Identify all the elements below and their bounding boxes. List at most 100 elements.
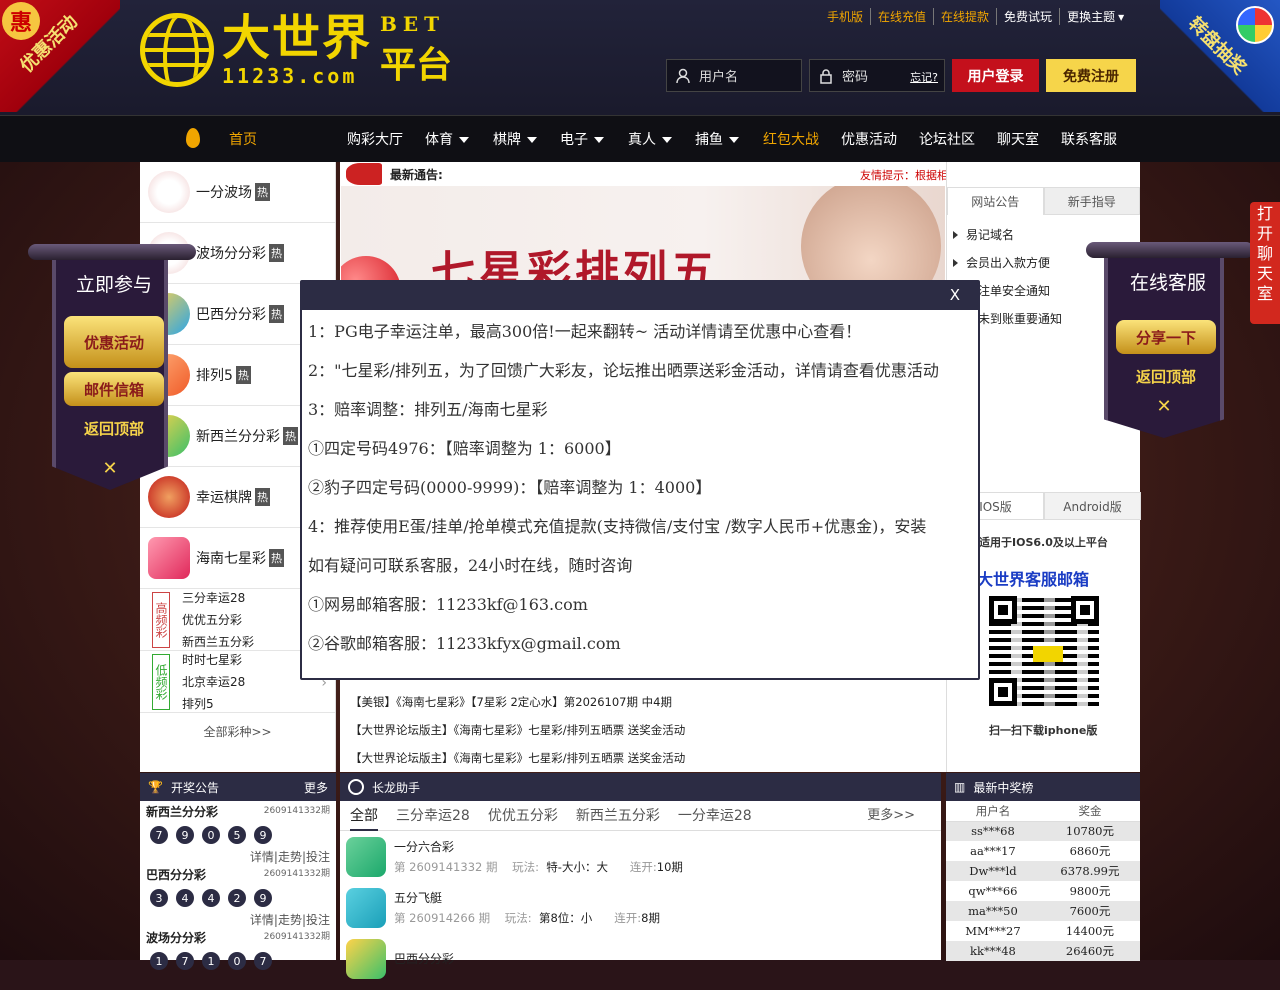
streak-label: 连开: <box>629 860 657 874</box>
nav-promotions[interactable]: 优惠活动 <box>841 129 897 149</box>
news-item[interactable]: 【大世界论坛版主】《海南七星彩》七星彩/排列五晒票 送奖金活动 <box>340 716 946 744</box>
modal-line: 2："七星彩/排列五，为了回馈广大彩友，论坛推出晒票送彩金活动，详情请查看优惠活… <box>308 361 939 380</box>
back-to-top-button[interactable]: 返回顶部 <box>64 418 164 439</box>
streak-label: 连开: <box>614 911 642 925</box>
nav-live[interactable]: 真人 <box>628 129 672 149</box>
tab-lottery[interactable]: 三分幸运28 <box>396 801 470 831</box>
all-lotteries-link[interactable]: 全部彩种>> <box>140 713 335 740</box>
link-withdraw[interactable]: 在线提款 <box>934 8 998 25</box>
link-mobile[interactable]: 手机版 <box>820 8 872 25</box>
caret-down-icon <box>459 137 469 143</box>
draw-issue: 2609141332期 <box>263 806 330 816</box>
mailbox-button[interactable]: 邮件信箱 <box>64 372 164 406</box>
long-row[interactable]: 五分飞艇 第 260914266 期 玩法: 第8位：小 连开:8期 <box>340 882 941 933</box>
share-button[interactable]: 分享一下 <box>1116 320 1216 354</box>
lottery-name: 一分波场 <box>196 185 252 201</box>
hainan-lottery-icon <box>148 537 190 579</box>
streak-value: 8期 <box>641 911 660 925</box>
site-logo[interactable]: 大世界 11233.com BET 平台 <box>140 12 452 88</box>
col-header: 奖金 <box>1039 801 1140 822</box>
ball: 2 <box>228 889 246 907</box>
low-freq-item[interactable]: 排列5 <box>182 693 245 715</box>
open-chatroom-tab[interactable]: 打开聊天室 <box>1250 202 1280 324</box>
winner-amount: 14400元 <box>1065 924 1114 938</box>
link-deposit[interactable]: 在线充值 <box>871 8 935 25</box>
winner-user: qw***66 <box>968 884 1018 898</box>
close-icon[interactable]: ✕ <box>1108 396 1220 417</box>
link-free-trial[interactable]: 免费试玩 <box>997 8 1061 25</box>
nav-contact[interactable]: 联系客服 <box>1061 129 1117 149</box>
winner-amount: 10780元 <box>1039 821 1140 841</box>
long-name: 五分飞艇 <box>394 891 443 905</box>
nav-sports[interactable]: 体育 <box>425 129 469 149</box>
news-item[interactable]: 【大世界论坛版主】《海南七星彩》七星彩/排列五晒票 送奖金活动 <box>340 744 946 772</box>
winners-table: 用户名 奖金 ss***68 10780元 aa***17 6860元 Dw***ld… <box>946 801 1140 961</box>
username-input[interactable]: 用户名 <box>666 59 802 92</box>
play-value: 第8位：小 <box>538 911 593 925</box>
nav-chatroom[interactable]: 聊天室 <box>997 129 1039 149</box>
nav-chess-label: 棋牌 <box>493 132 521 148</box>
play-value: 特-大小：大 <box>546 860 608 874</box>
tab-site-notice[interactable]: 网站公告 <box>947 187 1044 215</box>
play-label: 玩法: <box>512 860 539 874</box>
low-freq-item[interactable]: 时时七星彩 <box>182 649 245 671</box>
nav-electronic-label: 电子 <box>560 132 588 148</box>
qr-code-icon <box>985 592 1103 710</box>
tab-lottery[interactable]: 优优五分彩 <box>488 801 558 831</box>
table-row: aa***17 6860元 <box>946 841 1140 861</box>
login-button[interactable]: 用户登录 <box>952 59 1039 92</box>
tab-android[interactable]: Android版 <box>1044 492 1141 520</box>
mail-title: 大世界客服邮箱 <box>977 570 1090 589</box>
low-freq-item[interactable]: 北京幸运28 <box>182 671 245 693</box>
high-freq-item[interactable]: 优优五分彩 <box>182 609 254 631</box>
link-change-theme[interactable]: 更换主题 ▾ <box>1060 8 1131 25</box>
site-header: 惠 优惠活动 大世界 11233.com BET 平台 手机版 在线充值 在线提… <box>0 0 1280 115</box>
ball: 5 <box>228 826 246 844</box>
nav-fishing[interactable]: 捕鱼 <box>695 129 739 149</box>
ball: 4 <box>202 889 220 907</box>
nav-lottery-hall[interactable]: 购彩大厅 <box>347 129 403 149</box>
ball: 1 <box>202 952 220 970</box>
list-item[interactable]: 一分波场热 <box>140 162 335 223</box>
more-link[interactable]: 更多>> <box>867 801 915 831</box>
lottery-icon <box>346 836 386 877</box>
tab-beginner-guide[interactable]: 新手指导 <box>1043 187 1140 215</box>
long-row[interactable]: 一分六合彩 第 2609141332 期 玩法: 特-大小：大 连开:10期 <box>340 831 941 882</box>
float-title: 立即参与 <box>75 274 152 296</box>
nav-sports-label: 体育 <box>425 132 453 148</box>
forgot-password-link[interactable]: 忘记? <box>910 69 938 85</box>
more-link[interactable]: 更多 <box>304 779 328 796</box>
long-row[interactable]: 巴西分分彩 <box>340 933 941 984</box>
register-button[interactable]: 免费注册 <box>1046 59 1136 92</box>
promo-button[interactable]: 优惠活动 <box>64 316 164 368</box>
high-freq-item[interactable]: 三分幸运28 <box>182 587 254 609</box>
new-badge-icon <box>348 779 364 795</box>
winner-user: ss***68 <box>946 821 1040 841</box>
caret-down-icon <box>527 137 537 143</box>
tab-lottery[interactable]: 新西兰五分彩 <box>576 801 660 831</box>
hot-badge: 热 <box>269 305 284 323</box>
draw-links[interactable]: 详情|走势|投注 <box>146 911 330 928</box>
lucky-wheel-ribbon[interactable]: 转盘抽奖 <box>1160 0 1280 112</box>
nav-chess[interactable]: 棋牌 <box>493 129 537 149</box>
promo-ribbon[interactable]: 惠 优惠活动 <box>0 0 120 112</box>
nav-red-envelope[interactable]: 红包大战 <box>763 129 819 149</box>
nav-home[interactable]: 首页 <box>229 129 257 149</box>
draw-item: 新西兰分分彩 2609141332期 79059 详情|走势|投注 <box>140 801 336 864</box>
tab-lottery[interactable]: 一分幸运28 <box>678 801 752 831</box>
password-input[interactable]: 密码 忘记? <box>809 59 945 92</box>
close-icon[interactable]: ✕ <box>56 458 164 479</box>
megaphone-icon <box>346 163 382 185</box>
tab-all[interactable]: 全部 <box>350 801 378 831</box>
nav-electronic[interactable]: 电子 <box>560 129 604 149</box>
nav-forum[interactable]: 论坛社区 <box>919 129 975 149</box>
modal-close-button[interactable]: X <box>950 286 960 304</box>
draw-issue: 2609141332期 <box>263 932 330 942</box>
ball: 7 <box>150 826 168 844</box>
promo-seal-icon: 惠 <box>2 2 40 40</box>
news-item[interactable]: 【美银】《海南七星彩》【7星彩 2定心水】第2026107期 中4期 <box>340 688 946 716</box>
nav-live-label: 真人 <box>628 132 656 148</box>
draw-links[interactable]: 详情|走势|投注 <box>146 848 330 865</box>
back-to-top-button[interactable]: 返回顶部 <box>1116 366 1216 387</box>
lottery-icon <box>346 938 386 979</box>
